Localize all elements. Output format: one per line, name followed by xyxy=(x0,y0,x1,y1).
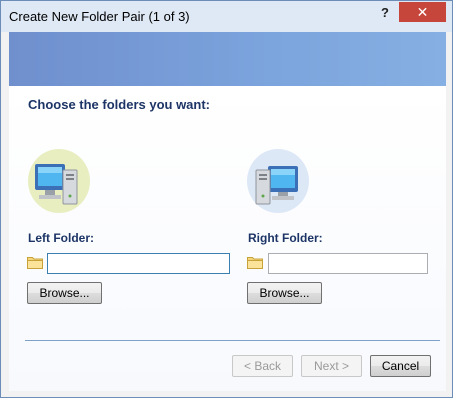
right-folder-icon xyxy=(247,257,263,269)
right-browse-button[interactable]: Browse... xyxy=(247,282,322,304)
title-bar[interactable]: Create New Folder Pair (1 of 3) ? ✕ xyxy=(1,1,452,32)
left-computer-icon xyxy=(28,149,90,213)
next-button[interactable]: Next > xyxy=(301,355,362,377)
left-folder-icon xyxy=(27,257,43,269)
left-browse-button[interactable]: Browse... xyxy=(27,282,102,304)
left-folder-label: Left Folder: xyxy=(28,231,94,245)
content-panel: Choose the folders you want: Left Folder… xyxy=(9,86,446,391)
back-button[interactable]: < Back xyxy=(232,355,293,377)
right-folder-label: Right Folder: xyxy=(248,231,323,245)
right-folder-input[interactable] xyxy=(268,253,428,274)
dialog-window: Create New Folder Pair (1 of 3) ? ✕ Choo… xyxy=(0,0,453,398)
right-computer-icon xyxy=(247,149,309,213)
close-button[interactable]: ✕ xyxy=(399,2,446,22)
footer-divider xyxy=(25,340,440,341)
window-title: Create New Folder Pair (1 of 3) xyxy=(9,9,190,24)
cancel-button[interactable]: Cancel xyxy=(370,355,431,377)
page-heading: Choose the folders you want: xyxy=(28,97,211,112)
header-banner xyxy=(9,32,446,86)
left-folder-input[interactable] xyxy=(47,253,230,274)
help-button[interactable]: ? xyxy=(374,4,396,22)
